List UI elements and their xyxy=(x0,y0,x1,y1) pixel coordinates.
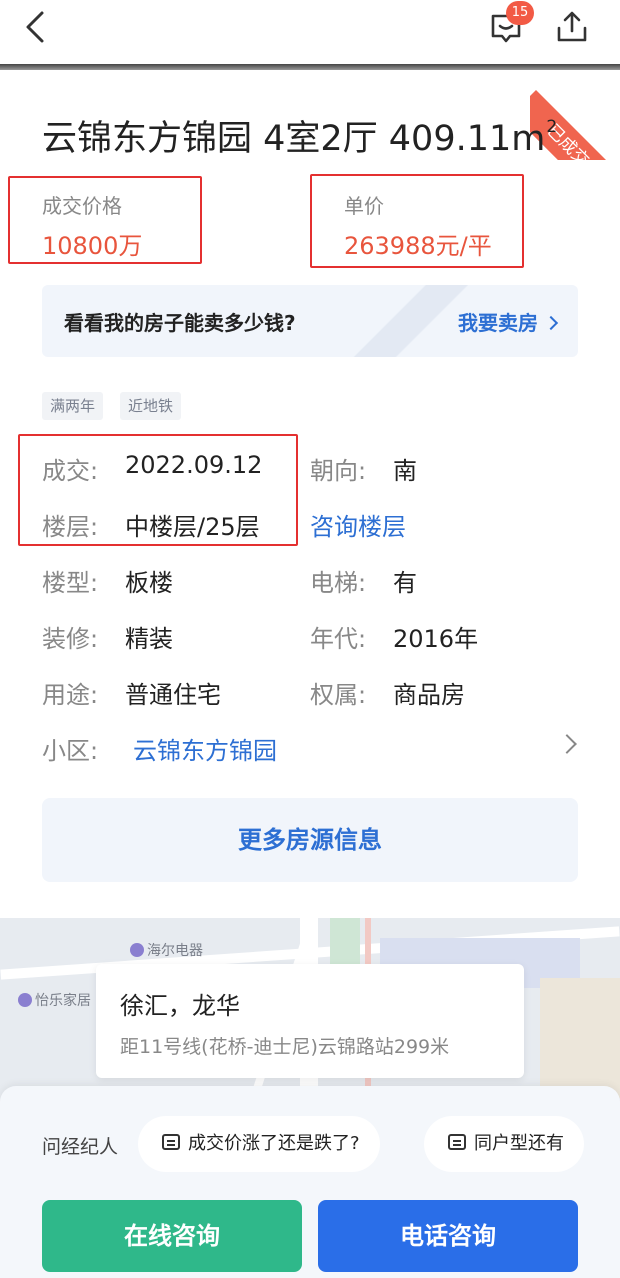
share-icon[interactable] xyxy=(555,10,589,44)
header-divider xyxy=(0,64,620,70)
elevator-value: 有 xyxy=(393,569,417,597)
poi-marker-icon xyxy=(130,943,144,957)
year-label: 年代: xyxy=(310,625,367,653)
location-card[interactable]: 徐汇，龙华 距11号线(花桥-迪士尼)云锦路站299米 xyxy=(96,964,524,1078)
unit-price-label: 单价 xyxy=(344,194,384,218)
question-chip-same-layout[interactable]: 同户型还有 xyxy=(424,1116,584,1172)
orientation-label: 朝向: xyxy=(310,457,367,485)
sell-banner-text: 看看我的房子能卖多少钱? xyxy=(64,311,296,335)
tag-near-subway: 近地铁 xyxy=(120,392,182,420)
poi-marker-icon xyxy=(18,993,32,1007)
online-consult-button[interactable]: 在线咨询 xyxy=(42,1200,302,1272)
decoration-label: 装修: xyxy=(42,625,99,653)
area-unit-superscript: 2 xyxy=(546,117,558,137)
deal-date-value: 2022.09.12 xyxy=(125,451,263,479)
bottom-action-panel: 问经纪人 成交价涨了还是跌了? 同户型还有 在线咨询 电话咨询 xyxy=(0,1086,620,1278)
back-icon[interactable] xyxy=(22,10,52,44)
deal-price-label: 成交价格 xyxy=(42,194,122,218)
ask-agent-label: 问经纪人 xyxy=(42,1136,119,1158)
phone-consult-button[interactable]: 电话咨询 xyxy=(318,1200,578,1272)
location-name: 徐汇，龙华 xyxy=(120,992,240,1020)
question-chip-price-trend[interactable]: 成交价涨了还是跌了? xyxy=(138,1116,380,1172)
top-bar: 15 xyxy=(0,0,620,64)
ownership-value: 商品房 xyxy=(393,681,465,709)
sell-house-banner[interactable]: 看看我的房子能卖多少钱? 我要卖房 xyxy=(42,285,578,357)
message-badge: 15 xyxy=(506,1,534,25)
community-label: 小区: xyxy=(42,737,99,765)
chat-bubble-icon xyxy=(162,1134,180,1150)
chevron-right-icon xyxy=(543,315,559,331)
map-poi-yile: 怡乐家居 xyxy=(18,990,91,1010)
tag-two-years: 满两年 xyxy=(42,392,104,420)
consult-floor-link[interactable]: 咨询楼层 xyxy=(310,507,406,542)
floor-value: 中楼层/25层 xyxy=(125,513,260,541)
year-value: 2016年 xyxy=(393,625,479,653)
more-listing-info-button[interactable]: 更多房源信息 xyxy=(42,798,578,882)
decoration-value: 精装 xyxy=(125,625,173,653)
deal-date-label: 成交: xyxy=(42,457,99,485)
ownership-label: 权属: xyxy=(310,681,367,709)
building-type-label: 楼型: xyxy=(42,569,99,597)
usage-value: 普通住宅 xyxy=(125,681,221,709)
deal-price: 10800万 xyxy=(42,232,143,260)
listing-title: 云锦东方锦园 4室2厅 409.11m2 xyxy=(42,117,558,159)
chat-bubble-icon xyxy=(448,1134,466,1150)
map-poi-haier: 海尔电器 xyxy=(130,940,203,960)
community-link[interactable]: 云锦东方锦园 xyxy=(133,731,277,766)
banner-decoration xyxy=(348,285,468,357)
unit-price: 263988元/平 xyxy=(344,232,492,260)
subway-distance: 距11号线(花桥-迪士尼)云锦路站299米 xyxy=(120,1036,450,1058)
usage-label: 用途: xyxy=(42,681,99,709)
orientation-value: 南 xyxy=(393,457,417,485)
sell-house-link[interactable]: 我要卖房 xyxy=(458,307,559,336)
elevator-label: 电梯: xyxy=(310,569,367,597)
building-type-value: 板楼 xyxy=(125,569,173,597)
chevron-right-icon[interactable] xyxy=(557,734,577,754)
floor-label: 楼层: xyxy=(42,513,99,541)
